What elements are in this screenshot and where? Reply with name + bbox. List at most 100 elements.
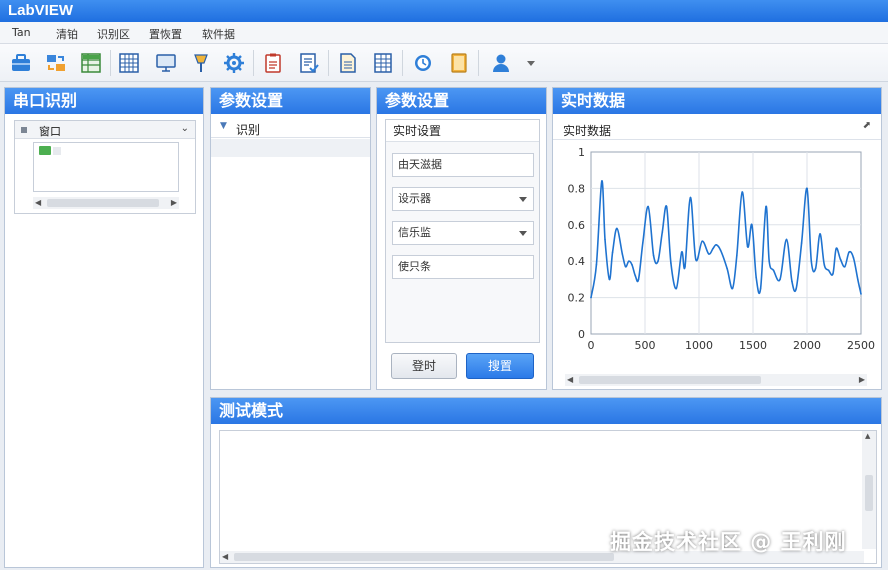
settings-select-2[interactable]: 信乐监	[392, 221, 534, 245]
pin-icon[interactable]: ⬈	[863, 120, 871, 131]
scroll-thumb[interactable]	[234, 553, 614, 561]
scroll-right-icon[interactable]: ▶	[859, 374, 865, 386]
realtime-panel-title: 实时数据	[553, 88, 881, 114]
data-point	[832, 273, 834, 275]
notebook-icon[interactable]	[448, 52, 470, 74]
scroll-left-icon[interactable]: ◀	[35, 197, 41, 209]
toolbar-separator	[478, 50, 479, 76]
data-point	[657, 260, 659, 262]
toolbar-separator	[402, 50, 403, 76]
settings-group-title: 实时设置	[386, 120, 539, 142]
menu-item-2[interactable]: 清铂	[56, 26, 78, 42]
data-point	[800, 242, 803, 244]
scroll-right-icon[interactable]: ▶	[171, 197, 177, 209]
folder-icon[interactable]	[39, 146, 51, 155]
data-point	[736, 254, 738, 257]
data-point	[675, 287, 678, 290]
menu-item-3[interactable]: 识别区	[97, 26, 130, 42]
data-point	[785, 238, 788, 241]
y-tick-label: 0.2	[568, 292, 586, 305]
y-tick-label: 1	[578, 146, 585, 159]
grid-icon[interactable]	[118, 52, 140, 74]
chevron-down-icon	[519, 197, 527, 202]
primary-button[interactable]: 搜置	[466, 353, 534, 379]
settings-field-2[interactable]: 使只条	[392, 255, 534, 279]
settings-select-1[interactable]: 设示器	[392, 187, 534, 211]
data-point	[779, 278, 781, 281]
data-point	[751, 224, 753, 226]
tree-header-label: 窗口	[39, 125, 61, 138]
data-point	[839, 258, 842, 261]
menu-bar: Tan 清铂 识别区 置恢置 软件据	[0, 22, 888, 44]
data-point	[844, 265, 846, 268]
data-point	[731, 287, 734, 290]
realtime-data-panel: 实时数据 实时数据 ⬈ 0 0.2 0.4 0.6 0.8 1 0 500 1000 1500 20…	[552, 87, 882, 390]
transfer-icon[interactable]	[45, 52, 67, 74]
data-point	[827, 269, 830, 272]
clock-icon[interactable]	[412, 52, 434, 74]
x-tick-label: 500	[635, 339, 656, 352]
data-point	[848, 251, 850, 253]
test-vscrollbar[interactable]: ▲	[862, 431, 876, 549]
data-point	[689, 196, 692, 199]
scroll-left-icon[interactable]: ◀	[222, 551, 228, 563]
monitor-icon[interactable]	[155, 52, 177, 74]
dropdown-arrow-icon[interactable]	[520, 52, 542, 74]
scroll-up-icon[interactable]: ▲	[865, 432, 870, 440]
menu-item-4[interactable]: 置恢置	[149, 26, 182, 42]
data-point	[611, 251, 614, 253]
param-tree-label: 识别	[236, 123, 261, 137]
chevron-down-icon[interactable]: ⌄	[181, 123, 189, 134]
spreadsheet-icon[interactable]	[80, 52, 102, 74]
data-point	[621, 253, 624, 255]
data-point	[595, 264, 598, 266]
y-tick-label: 0.8	[568, 182, 586, 195]
menu-item-5[interactable]: 软件据	[202, 26, 235, 42]
scroll-left-icon[interactable]: ◀	[567, 374, 573, 386]
app-title: LabVIEW	[0, 0, 888, 22]
param-tree-row[interactable]: ▼ 识别	[211, 118, 370, 138]
toolbox-icon[interactable]	[10, 52, 32, 74]
settings-panel-title: 参数设置	[377, 88, 546, 114]
probe-icon[interactable]	[190, 52, 212, 74]
settings-field-1[interactable]: 由天滋据	[392, 153, 534, 177]
plot-area	[590, 151, 862, 335]
data-point	[814, 267, 817, 270]
settings-select-1-value: 设示器	[398, 192, 431, 205]
data-point	[616, 227, 618, 230]
user-icon[interactable]	[490, 52, 512, 74]
tree-hscrollbar[interactable]: ◀ ▶	[33, 197, 179, 209]
data-point	[857, 278, 859, 281]
port-tree-box: 窗口 ⌄ ◀ ▶	[14, 120, 196, 214]
x-tick-label: 1500	[739, 339, 767, 352]
document-check-icon[interactable]	[298, 52, 320, 74]
data-point	[634, 275, 637, 277]
realtime-subtitle: 实时数据	[563, 124, 612, 138]
y-tick-label: 0.6	[568, 219, 586, 232]
tree-header-square-icon	[21, 127, 27, 133]
menu-item-1[interactable]: Tan	[12, 26, 31, 39]
realtime-subheader: 实时数据 ⬈	[553, 118, 881, 140]
tree-item-placeholder	[53, 147, 61, 155]
data-point	[791, 280, 793, 282]
chart-hscrollbar[interactable]: ◀ ▶	[565, 374, 867, 386]
data-point	[772, 269, 775, 272]
data-point	[795, 287, 797, 290]
x-tick-label: 2500	[847, 339, 875, 352]
data-point	[835, 247, 837, 250]
scroll-thumb[interactable]	[47, 199, 159, 207]
gear-icon[interactable]	[223, 52, 245, 74]
expand-arrow-icon[interactable]: ▼	[220, 121, 227, 131]
table-icon[interactable]	[372, 52, 394, 74]
tree-header[interactable]: 窗口 ⌄	[15, 121, 195, 139]
scroll-thumb[interactable]	[579, 376, 761, 384]
scroll-thumb-vertical[interactable]	[865, 475, 873, 511]
data-point	[860, 293, 862, 295]
clipboard-icon[interactable]	[262, 52, 284, 74]
data-point	[726, 267, 728, 270]
chevron-down-icon	[519, 231, 527, 236]
realtime-line-chart: 0 0.2 0.4 0.6 0.8 1 0 500 1000 1500 2000 2500	[568, 146, 876, 352]
data-point	[637, 278, 640, 281]
report-icon[interactable]	[337, 52, 359, 74]
secondary-button[interactable]: 登时	[391, 353, 457, 379]
